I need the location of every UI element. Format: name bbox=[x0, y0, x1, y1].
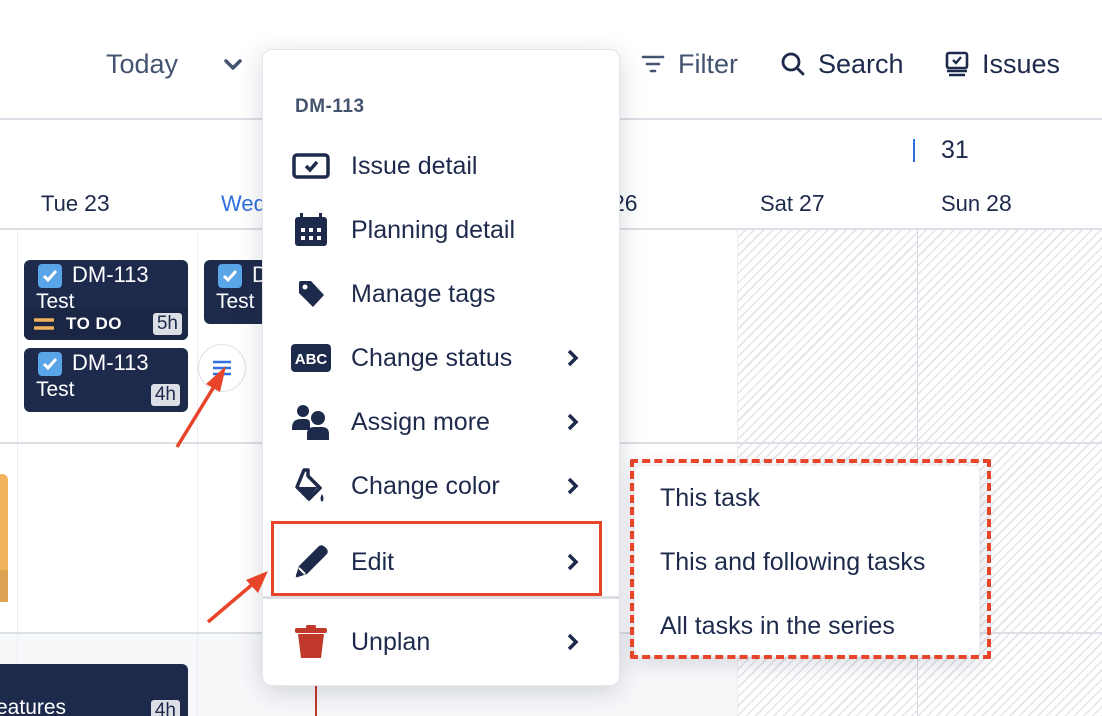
priority-medium-icon bbox=[34, 318, 54, 330]
task-key: DM-113 bbox=[72, 350, 149, 375]
checkbox-icon bbox=[38, 264, 62, 288]
day-header-sat: Sat 27 bbox=[760, 190, 825, 216]
search-icon bbox=[781, 52, 805, 76]
task-card[interactable]: DM-113 Test TO DO 5h bbox=[24, 260, 188, 340]
today-button[interactable]: Today bbox=[106, 44, 178, 84]
menu-item-assign-more[interactable]: Assign more bbox=[263, 390, 619, 454]
calendar-icon bbox=[291, 212, 331, 248]
chevron-right-icon bbox=[567, 413, 579, 431]
menu-header: DM-113 bbox=[295, 96, 365, 117]
menu-lines-icon bbox=[213, 360, 231, 376]
task-card[interactable]: eatures 4h bbox=[0, 664, 188, 716]
menu-item-unplan[interactable]: Unplan bbox=[263, 610, 619, 674]
task-title: Test bbox=[36, 378, 75, 401]
svg-text:ABC: ABC bbox=[295, 351, 328, 368]
day-header-tue: Tue 23 bbox=[41, 190, 110, 216]
task-status-bar: TO DO 5h bbox=[24, 308, 188, 340]
menu-item-planning-detail[interactable]: Planning detail bbox=[263, 198, 619, 262]
issues-label: Issues bbox=[982, 48, 1061, 79]
task-card[interactable]: DM-113 Test 4h bbox=[24, 348, 188, 412]
filter-label: Filter bbox=[678, 48, 738, 79]
menu-item-manage-tags[interactable]: Manage tags bbox=[263, 262, 619, 326]
task-status: TO DO bbox=[66, 314, 123, 333]
grid-column-line bbox=[17, 230, 18, 716]
chevron-right-icon bbox=[567, 477, 579, 495]
filter-button[interactable]: Filter bbox=[640, 44, 738, 84]
task-title: Test bbox=[216, 290, 255, 313]
filter-icon bbox=[641, 55, 665, 73]
task-title: eatures bbox=[0, 696, 67, 716]
issues-button[interactable]: Issues bbox=[944, 44, 1060, 84]
task-card-orange[interactable] bbox=[0, 474, 8, 602]
tag-icon bbox=[291, 276, 331, 312]
issues-icon bbox=[945, 51, 969, 77]
checkbox-icon bbox=[218, 264, 242, 288]
search-button[interactable]: Search bbox=[780, 44, 904, 84]
task-hours: 4h bbox=[150, 384, 180, 406]
menu-item-change-status[interactable]: ABC Change status bbox=[263, 326, 619, 390]
chevron-right-icon bbox=[567, 633, 579, 651]
users-icon bbox=[291, 404, 331, 440]
task-key: DM-113 bbox=[72, 262, 149, 287]
menu-item-issue-detail[interactable]: Issue detail bbox=[263, 134, 619, 198]
task-hours: 5h bbox=[152, 313, 182, 335]
expand-tasks-button[interactable] bbox=[198, 344, 246, 392]
task-title: Test bbox=[36, 290, 75, 308]
month-marker-line bbox=[913, 139, 915, 162]
month-marker-label: 31 bbox=[941, 136, 969, 164]
paint-bucket-icon bbox=[291, 468, 331, 504]
menu-item-change-color[interactable]: Change color bbox=[263, 454, 619, 518]
chevron-right-icon bbox=[567, 349, 579, 367]
menu-divider bbox=[263, 596, 619, 599]
abc-icon: ABC bbox=[291, 340, 331, 376]
day-header-sun: Sun 28 bbox=[941, 190, 1012, 216]
submenu-annotation-box bbox=[630, 459, 991, 659]
edit-annotation-box bbox=[271, 521, 602, 596]
issue-detail-icon bbox=[291, 148, 331, 184]
chevron-down-icon[interactable] bbox=[222, 50, 246, 78]
task-hours: 4h bbox=[150, 700, 180, 716]
search-label: Search bbox=[818, 48, 904, 79]
checkbox-icon bbox=[38, 352, 62, 376]
trash-icon bbox=[291, 624, 331, 660]
planner-calendar-screen: Today Filter Search Issues 31 Tue 23 Wed 2… bbox=[0, 0, 1102, 716]
today-label: Today bbox=[106, 48, 179, 79]
grid-column-line bbox=[197, 230, 198, 716]
